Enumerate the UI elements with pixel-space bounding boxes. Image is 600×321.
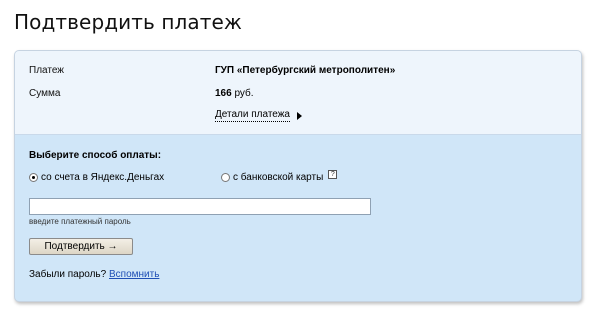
payment-details-section: Платеж ГУП «Петербургский метрополитен» … — [15, 51, 581, 135]
amount-unit: руб. — [234, 88, 254, 99]
help-icon[interactable]: ? — [328, 170, 338, 179]
payment-label: Платеж — [29, 65, 64, 76]
radio-yandex-money[interactable]: со счета в Яндекс.Деньгах — [29, 172, 164, 183]
amount-label: Сумма — [29, 88, 61, 99]
page-title: Подтвердить платеж — [14, 10, 243, 34]
forgot-password-text: Забыли пароль? — [29, 269, 107, 280]
radio-yandex-money-label: со счета в Яндекс.Деньгах — [41, 172, 165, 183]
radio-button-unchecked[interactable] — [221, 173, 230, 182]
password-input[interactable] — [29, 198, 371, 215]
triangle-right-icon[interactable] — [297, 112, 302, 120]
amount-value: 166 руб. — [215, 88, 254, 99]
recover-password-link[interactable]: Вспомнить — [109, 269, 159, 280]
radio-bank-card-label: с банковской карты — [233, 172, 324, 183]
amount-number: 166 — [215, 88, 232, 99]
payment-details-link[interactable]: Детали платежа — [215, 109, 290, 122]
password-hint: введите платежный пароль — [29, 217, 131, 226]
radio-bank-card[interactable]: с банковской карты ? — [221, 170, 338, 183]
radio-button-checked[interactable] — [29, 173, 38, 182]
payment-method-heading: Выберите способ оплаты: — [29, 150, 162, 161]
confirm-button[interactable]: Подтвердить → — [29, 238, 133, 255]
forgot-password: Забыли пароль? Вспомнить — [29, 269, 159, 280]
payment-value: ГУП «Петербургский метрополитен» — [215, 65, 396, 76]
payment-method-section: Выберите способ оплаты: со счета в Яндек… — [15, 136, 581, 301]
payment-card: Платеж ГУП «Петербургский метрополитен» … — [14, 50, 582, 302]
